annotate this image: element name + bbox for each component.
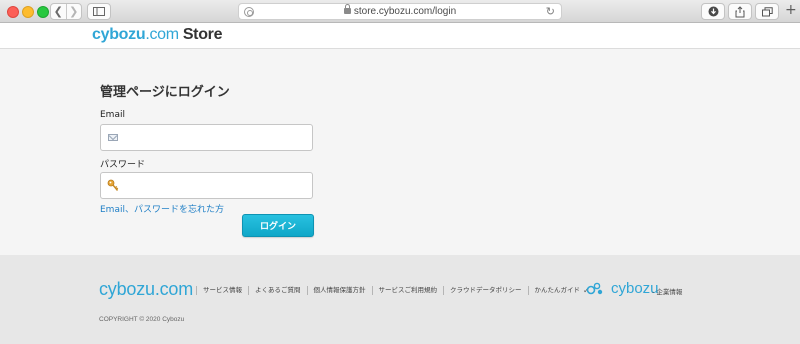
footer-links: サービス情報 よくあるご質問 個人情報保護方針 サービスご利用規約 クラウドデー… bbox=[196, 286, 590, 295]
cybozu-brand[interactable]: cybozu bbox=[586, 280, 659, 297]
footer-link-cloud-policy[interactable]: クラウドデータポリシー bbox=[443, 286, 528, 295]
lock-icon bbox=[343, 4, 351, 14]
sidebar-icon bbox=[93, 7, 105, 16]
email-field[interactable] bbox=[100, 124, 313, 151]
email-input[interactable] bbox=[125, 126, 305, 149]
new-tab-icon[interactable]: + bbox=[785, 2, 797, 18]
password-label: パスワード bbox=[100, 160, 146, 170]
show-tabs-button[interactable] bbox=[755, 3, 779, 20]
browser-toolbar: ❮ ❯ store.cybozu.com/login ↻ + bbox=[0, 0, 800, 23]
download-button[interactable] bbox=[701, 3, 725, 20]
email-label: Email bbox=[100, 110, 125, 120]
footer-link-guide[interactable]: かんたんガイド bbox=[527, 286, 587, 295]
footer-link-service-info[interactable]: サービス情報 bbox=[196, 286, 248, 295]
footer: cybozu.com サービス情報 よくあるご質問 個人情報保護方針 サービスご… bbox=[0, 255, 800, 344]
minimize-window-button[interactable] bbox=[22, 6, 34, 18]
password-input[interactable] bbox=[125, 174, 305, 197]
login-section: 管理ページにログイン Email パスワード Email、パスワードを忘れた方 … bbox=[0, 50, 800, 255]
address-bar[interactable]: store.cybozu.com/login ↻ bbox=[238, 3, 562, 20]
reload-icon[interactable]: ↻ bbox=[546, 5, 555, 18]
corporate-info-link[interactable]: - 企業情報 bbox=[652, 286, 682, 296]
maximize-window-button[interactable] bbox=[37, 6, 49, 18]
download-icon bbox=[708, 6, 718, 17]
back-icon[interactable]: ❮ bbox=[51, 4, 66, 19]
share-icon bbox=[735, 5, 745, 17]
forward-icon[interactable]: ❯ bbox=[65, 4, 82, 19]
footer-link-terms[interactable]: サービスご利用規約 bbox=[371, 286, 444, 295]
footer-link-privacy[interactable]: 個人情報保護方針 bbox=[306, 286, 372, 295]
sidebar-button[interactable] bbox=[87, 3, 111, 20]
cybozu-brand-icon bbox=[586, 282, 603, 294]
nav-buttons: ❮ ❯ bbox=[50, 3, 82, 20]
close-window-button[interactable] bbox=[7, 6, 19, 18]
url-text: store.cybozu.com/login bbox=[353, 6, 457, 17]
share-button[interactable] bbox=[728, 3, 752, 20]
site-header: cybozu.com Store bbox=[0, 23, 800, 49]
store-logo[interactable]: cybozu.com Store bbox=[92, 26, 223, 44]
login-button[interactable]: ログイン bbox=[242, 214, 314, 237]
forgot-credentials-link[interactable]: Email、パスワードを忘れた方 bbox=[100, 202, 224, 215]
footer-link-faq[interactable]: よくあるご質問 bbox=[248, 286, 307, 295]
key-icon bbox=[107, 179, 119, 191]
footer-logo[interactable]: cybozu.com bbox=[99, 279, 193, 300]
tabs-icon bbox=[761, 6, 773, 16]
page-title: 管理ページにログイン bbox=[100, 85, 230, 100]
password-field[interactable] bbox=[100, 172, 313, 199]
copyright: COPYRIGHT © 2020 Cybozu bbox=[99, 316, 185, 323]
mail-icon bbox=[108, 134, 118, 141]
